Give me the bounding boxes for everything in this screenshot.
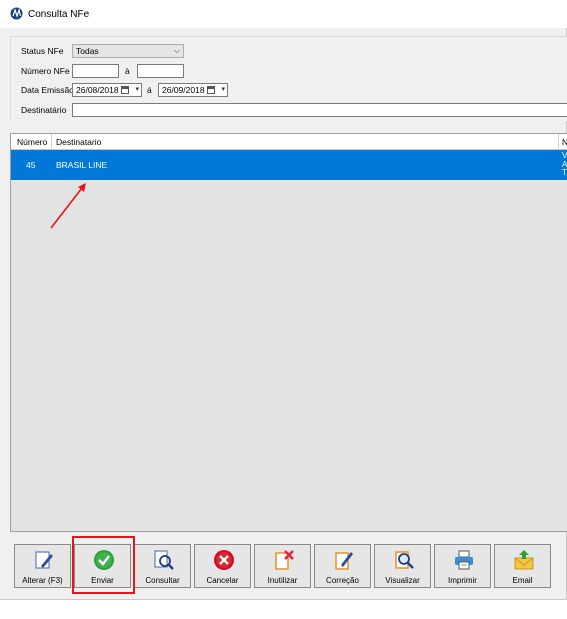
data-to-picker[interactable]: 26/09/2018 ▾	[158, 83, 228, 97]
column-header-numero[interactable]: Número	[17, 137, 47, 147]
visualizar-button[interactable]: Visualizar	[374, 544, 431, 588]
email-button-label: Email	[512, 576, 533, 585]
numero-to-input[interactable]	[137, 64, 184, 78]
cell-extra-line: T	[562, 168, 567, 177]
app-logo-icon	[10, 7, 23, 20]
column-divider[interactable]	[51, 134, 52, 150]
grid-header: Número Destinatario N	[11, 134, 567, 150]
consulta-nfe-window: Consulta NFe Status NFe Todas ⌵ Número N…	[0, 0, 567, 600]
document-pencil-icon	[335, 552, 353, 570]
magnifier-icon	[395, 551, 414, 569]
column-divider[interactable]	[558, 134, 559, 150]
data-separator: á	[147, 85, 152, 95]
numero-label: Número NFe	[21, 66, 70, 76]
numero-separator: à	[125, 66, 130, 76]
alterar-button[interactable]: Alterar (F3)	[14, 544, 71, 588]
filter-panel: Status NFe Todas ⌵ Número NFe à Data Emi…	[10, 36, 567, 121]
cell-destinatario: BRASIL LINE	[56, 160, 108, 170]
imprimir-button[interactable]: Imprimir	[434, 544, 491, 588]
cancelar-button-label: Cancelar	[206, 576, 239, 585]
destinatario-label: Destinatário	[21, 105, 67, 115]
column-header-extra[interactable]: N	[562, 137, 567, 147]
cancel-x-icon	[214, 550, 234, 570]
nfe-grid[interactable]: Número Destinatario N 45 BRASIL LINE V A…	[10, 133, 567, 532]
data-from-picker[interactable]: 26/08/2018 ▾	[72, 83, 142, 97]
calendar-icon	[207, 86, 215, 94]
status-select[interactable]: Todas ⌵	[72, 44, 184, 58]
annotation-highlight-box	[72, 536, 135, 594]
destinatario-input[interactable]	[72, 103, 567, 117]
alterar-button-label: Alterar (F3)	[22, 576, 63, 585]
title-bar: Consulta NFe	[0, 0, 567, 28]
inutilizar-button[interactable]: Inutilizar	[254, 544, 311, 588]
consultar-button-label: Consultar	[145, 576, 180, 585]
calendar-icon	[121, 86, 129, 94]
correcao-button[interactable]: Correção	[314, 544, 371, 588]
status-value: Todas	[76, 46, 99, 56]
envelope-upload-icon	[514, 550, 534, 570]
visualizar-button-label: Visualizar	[385, 576, 420, 585]
cancelar-button[interactable]: Cancelar	[194, 544, 251, 588]
cell-extra: V A T	[562, 151, 567, 178]
column-header-destinatario[interactable]: Destinatario	[56, 137, 101, 147]
data-from-value: 26/08/2018	[76, 85, 119, 95]
window-title: Consulta NFe	[28, 9, 90, 20]
edit-pencil-icon	[35, 551, 53, 569]
status-label: Status NFe	[21, 46, 64, 56]
data-to-value: 26/09/2018	[162, 85, 205, 95]
table-row[interactable]: 45 BRASIL LINE V A T	[11, 150, 567, 180]
chevron-down-icon: ▾	[135, 86, 139, 93]
inutilizar-button-label: Inutilizar	[267, 576, 298, 585]
document-search-icon	[154, 550, 174, 570]
document-x-icon	[275, 550, 294, 570]
chevron-down-icon: ▾	[221, 86, 225, 93]
chevron-down-icon: ⌵	[173, 46, 180, 55]
correcao-button-label: Correção	[326, 576, 359, 585]
data-emissao-label: Data Emissão	[21, 85, 74, 95]
consultar-button[interactable]: Consultar	[134, 544, 191, 588]
cell-numero: 45	[26, 160, 36, 170]
email-button[interactable]: Email	[494, 544, 551, 588]
printer-icon	[455, 550, 473, 570]
numero-from-input[interactable]	[72, 64, 119, 78]
imprimir-button-label: Imprimir	[448, 576, 477, 585]
